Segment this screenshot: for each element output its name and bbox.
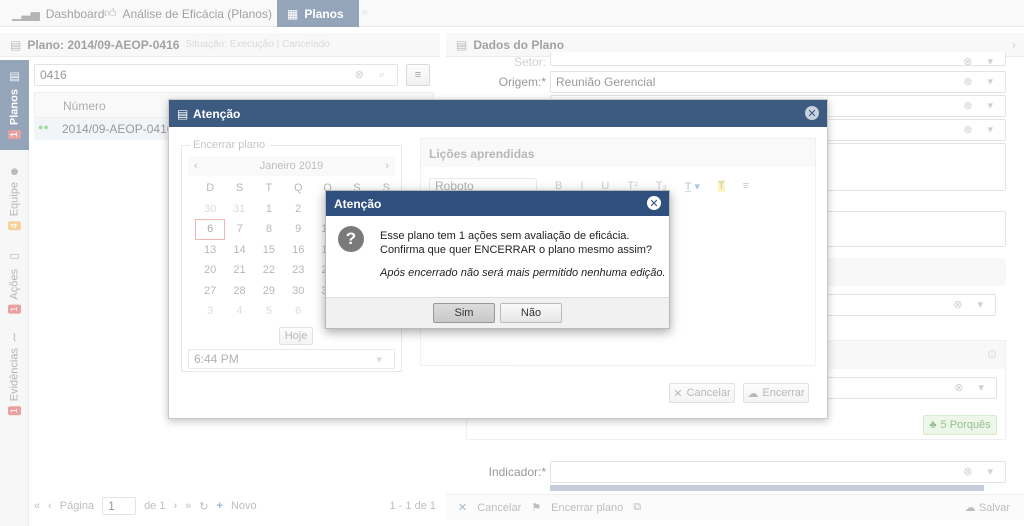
yes-label: Sim <box>454 307 474 319</box>
dialog-title: Atenção <box>193 106 241 121</box>
month-label[interactable]: Janeiro 2019 <box>260 160 324 172</box>
calendar-day[interactable]: 8 <box>254 219 283 240</box>
highlight-icon[interactable]: T <box>718 180 725 192</box>
calendar-day[interactable]: 29 <box>254 281 283 302</box>
calendar-day[interactable]: 2 <box>284 199 313 220</box>
encerrar-label: Encerrar <box>762 387 805 399</box>
alert-message: Esse plano tem 1 ações sem avaliação de … <box>380 229 666 280</box>
calendar-day[interactable]: 31 <box>225 199 254 220</box>
dialog-cancel-button[interactable]: ✕ Cancelar <box>669 383 735 403</box>
alert-header: Atenção ✕ <box>326 191 669 216</box>
calendar-day[interactable]: 27 <box>196 281 225 302</box>
calendar-day[interactable]: 30 <box>196 199 225 220</box>
confirm-alert: Atenção ✕ ? Esse plano tem 1 ações sem a… <box>325 190 670 329</box>
calendar-day[interactable]: 16 <box>284 240 313 261</box>
calendar-day[interactable]: 13 <box>196 240 225 261</box>
no-button[interactable]: Não <box>500 303 562 323</box>
calendar-day[interactable]: 15 <box>254 240 283 261</box>
time-select[interactable]: 6:44 PM ▾ <box>188 349 395 369</box>
calendar-day[interactable]: 1 <box>254 199 283 220</box>
calendar-day[interactable]: 5 <box>254 301 283 322</box>
calendar-day[interactable]: 6 <box>284 301 313 322</box>
weekday-label: S <box>235 182 244 195</box>
calendar-day[interactable]: 6 <box>194 218 226 240</box>
calendar-day[interactable]: 21 <box>225 260 254 281</box>
calendar-day[interactable]: 22 <box>254 260 283 281</box>
calendar-day[interactable]: 30 <box>284 281 313 302</box>
prev-month-icon[interactable]: ‹ <box>194 160 198 172</box>
close-icon[interactable]: ✕ <box>647 196 661 210</box>
calendar-day[interactable]: 14 <box>225 240 254 261</box>
calendar-day[interactable]: 7 <box>225 219 254 240</box>
alert-title: Atenção <box>334 196 382 211</box>
alert-line-1: Esse plano tem 1 ações sem avaliação de … <box>380 230 630 242</box>
calendar-day[interactable]: 23 <box>284 260 313 281</box>
no-label: Não <box>520 307 542 319</box>
weekday-label: T <box>265 182 273 195</box>
alert-line-3: Após encerrado não será mais permitido n… <box>380 267 666 279</box>
dialog-encerrar-button[interactable]: ☁ Encerrar <box>743 383 809 403</box>
font-color-icon[interactable]: T̲ ▾ <box>685 180 700 193</box>
calendar-nav: ‹ Janeiro 2019 › <box>188 156 395 176</box>
alert-line-2: Confirma que quer ENCERRAR o plano mesmo… <box>380 244 653 256</box>
question-icon: ? <box>338 226 364 252</box>
weekday-label: Q <box>293 182 303 195</box>
lessons-title: Lições aprendidas <box>421 139 815 167</box>
alert-footer: Sim Não <box>326 297 669 328</box>
today-label: Hoje <box>284 330 308 342</box>
fieldset-legend: Encerrar plano <box>190 139 269 151</box>
calendar-icon: ▤ <box>177 107 189 121</box>
calendar-day[interactable]: 4 <box>225 301 254 322</box>
cancel-label: Cancelar <box>686 387 731 399</box>
dialog-header: ▤ Atenção ✕ <box>169 100 827 127</box>
cancel-icon: ✕ <box>673 387 683 400</box>
weekday-label: D <box>206 182 215 195</box>
today-button[interactable]: Hoje <box>279 327 313 345</box>
calendar-day[interactable]: 28 <box>225 281 254 302</box>
time-value: 6:44 PM <box>194 352 239 366</box>
calendar-day[interactable]: 3 <box>196 301 225 322</box>
calendar-day[interactable]: 20 <box>196 260 225 281</box>
cloud-upload-icon: ☁ <box>747 387 759 400</box>
calendar-day[interactable]: 9 <box>284 219 313 240</box>
yes-button[interactable]: Sim <box>433 303 495 323</box>
align-icon[interactable]: ≡ <box>743 180 749 192</box>
close-icon[interactable]: ✕ <box>805 106 819 120</box>
next-month-icon[interactable]: › <box>385 160 389 172</box>
